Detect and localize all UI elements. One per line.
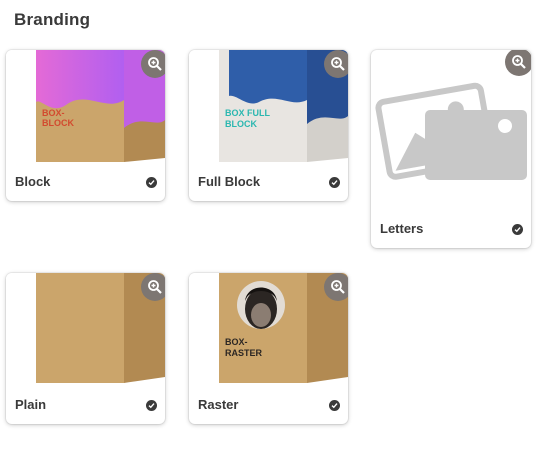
branding-option-full-block[interactable]: BOX FULL BLOCK Full Block [189,50,348,201]
check-circle-icon [329,177,340,188]
full-block-box-text: BOX FULL BLOCK [225,108,270,129]
full-block-label: Full Block [198,174,261,189]
branding-option-raster[interactable]: BOX-RASTER Raster [189,273,348,424]
branding-option-block[interactable]: BOX-BLOCK Block [6,50,165,201]
zoom-in-icon[interactable] [141,50,165,78]
branding-option-plain[interactable]: Plain [6,273,165,424]
block-box-text: BOX-BLOCK [42,108,74,128]
block-label: Block [15,174,51,189]
raster-box-text: BOX-RASTER [225,337,263,358]
check-circle-icon [512,224,523,235]
zoom-in-icon[interactable] [141,273,165,301]
check-circle-icon [146,177,157,188]
plain-label: Plain [15,397,47,412]
section-title: Branding [14,10,91,29]
zoom-in-icon[interactable] [324,273,348,301]
zoom-in-icon[interactable] [505,50,531,76]
branding-option-letters[interactable]: Letters [371,50,531,248]
image-placeholder-icon [371,50,531,200]
zoom-in-icon[interactable] [324,50,348,78]
check-circle-icon [146,400,157,411]
raster-label: Raster [198,397,239,412]
check-circle-icon [329,400,340,411]
letters-label: Letters [380,221,424,236]
